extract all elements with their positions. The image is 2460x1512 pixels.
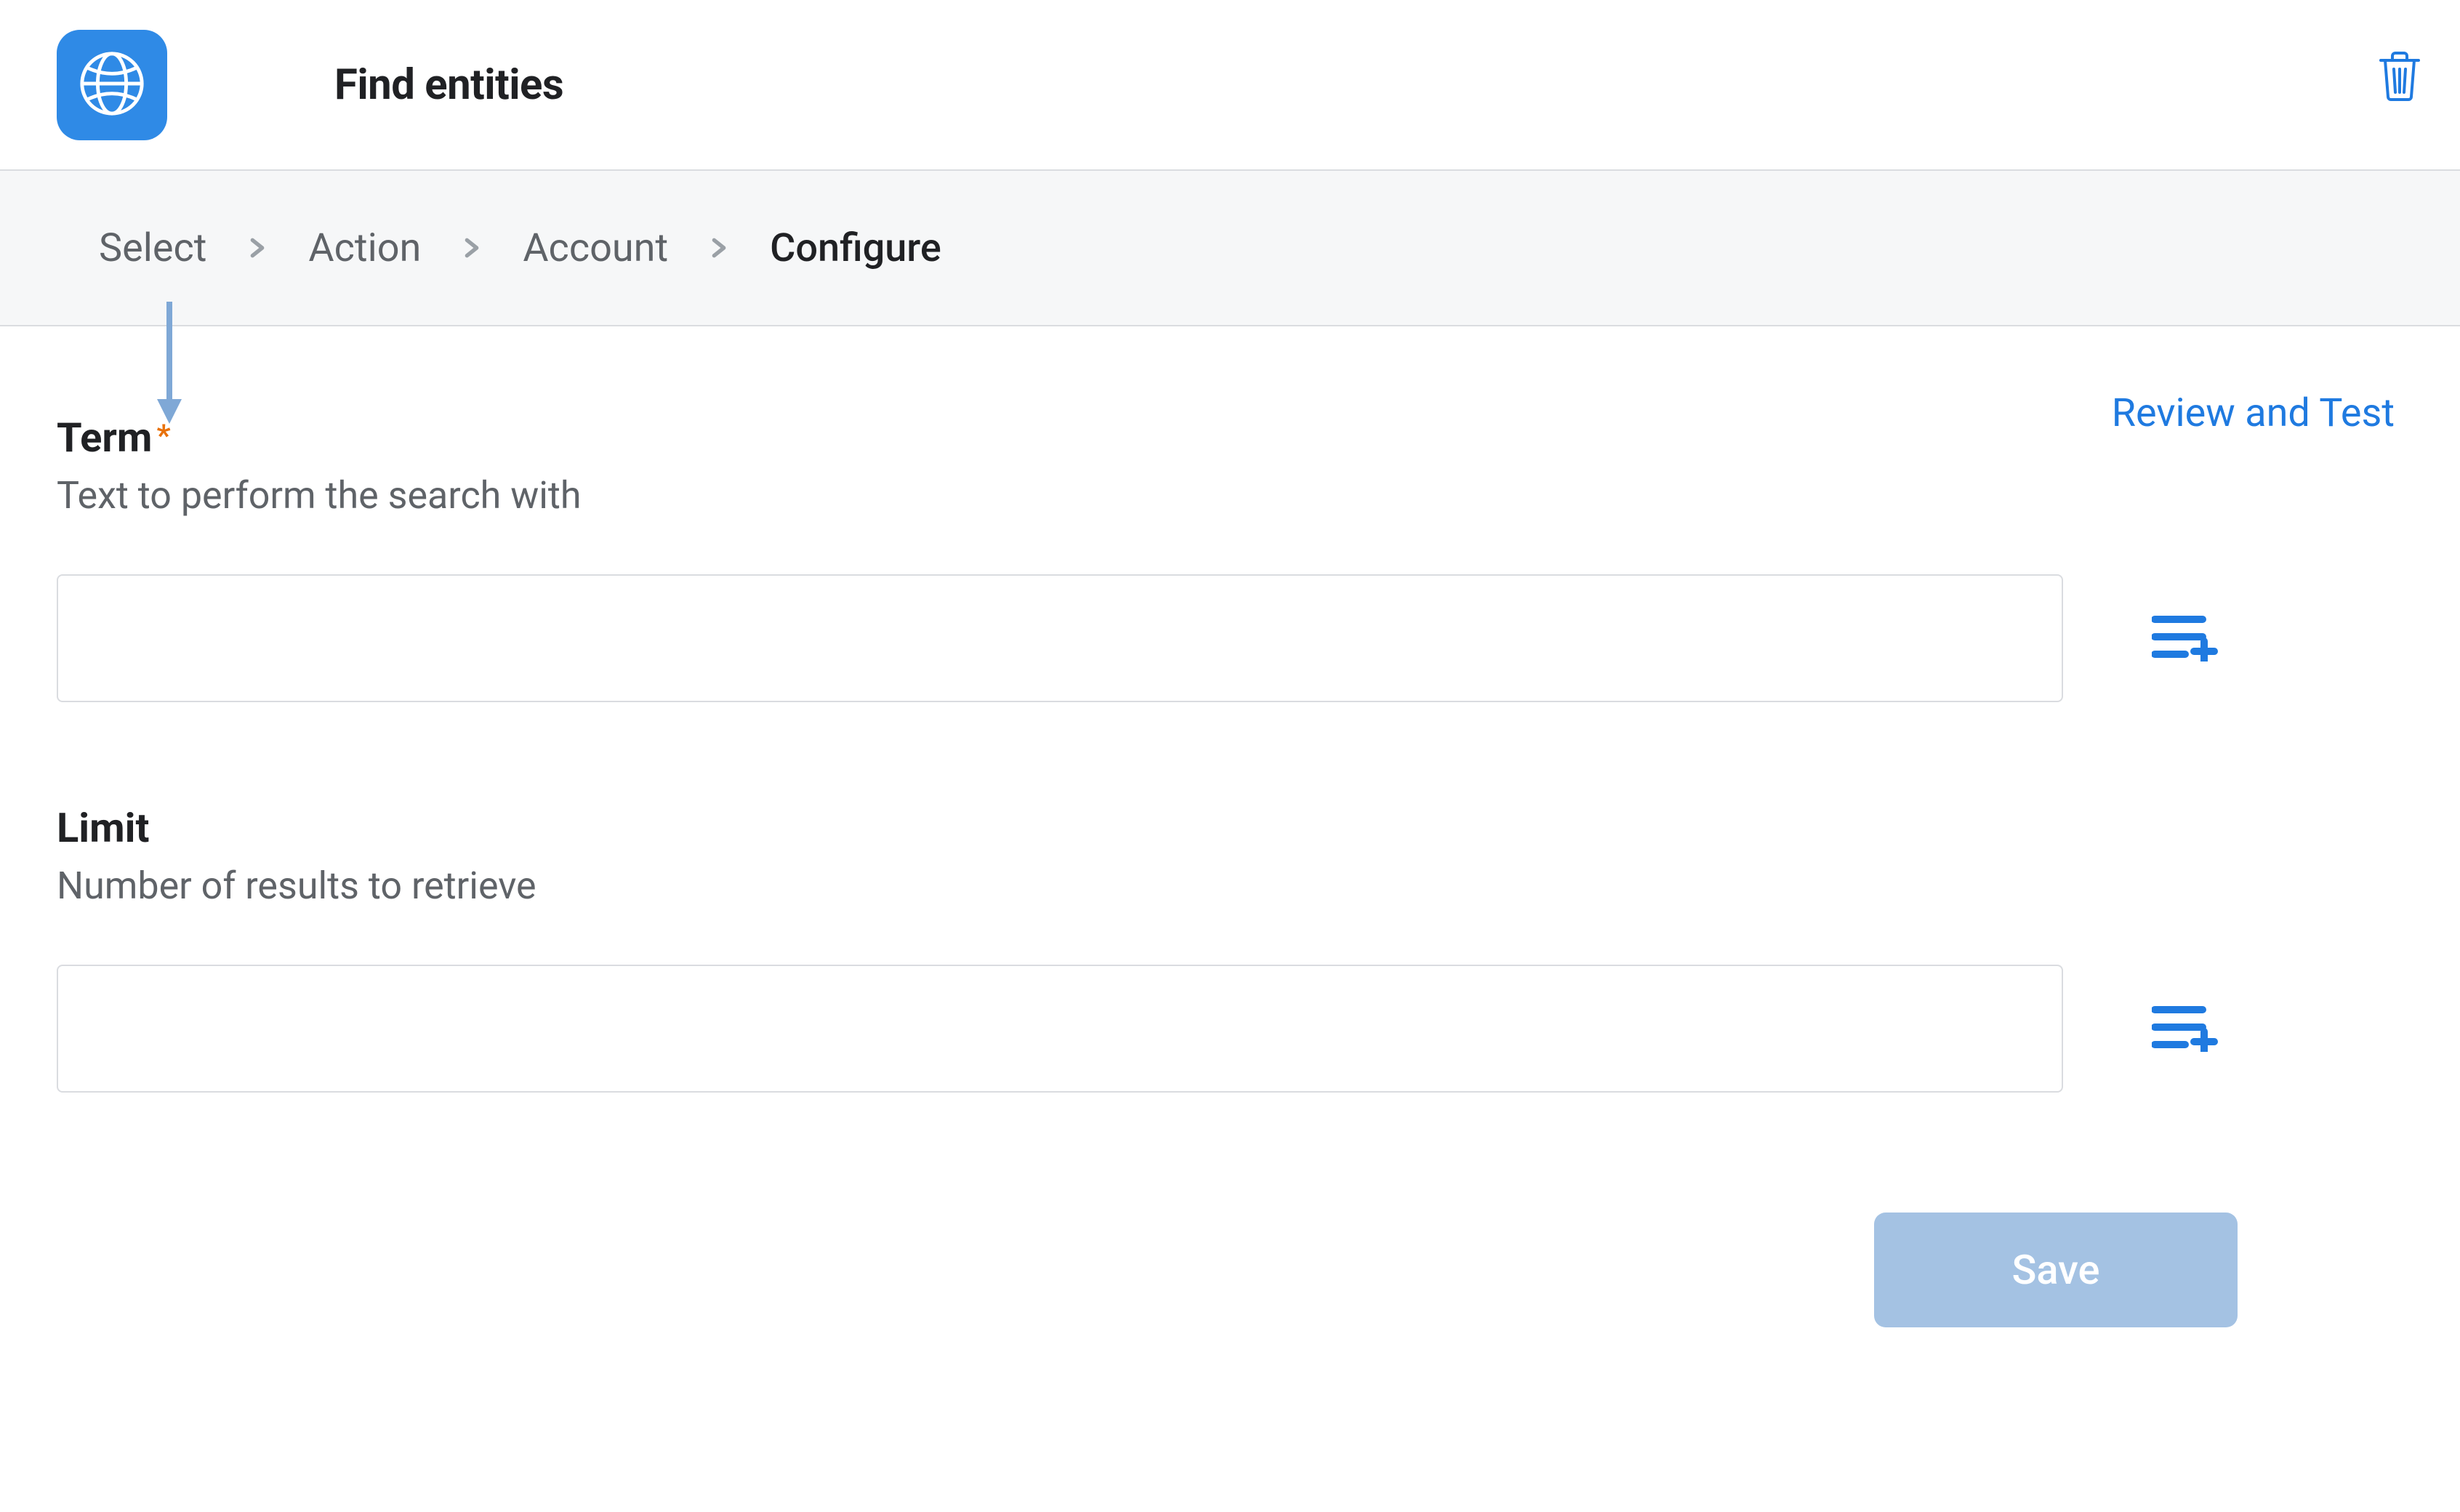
header: Find entities bbox=[0, 0, 2460, 171]
field-limit-label-row: Limit bbox=[57, 804, 2397, 852]
breadcrumb-action[interactable]: Action bbox=[308, 225, 421, 271]
save-button[interactable]: Save bbox=[1874, 1213, 2238, 1327]
field-term-help: Text to perform the search with bbox=[57, 473, 2397, 518]
limit-input[interactable] bbox=[57, 965, 2063, 1093]
field-term-label: Term bbox=[57, 414, 152, 462]
review-and-test-link[interactable]: Review and Test bbox=[2112, 390, 2395, 436]
required-indicator: * bbox=[156, 418, 170, 454]
field-limit: Limit Number of results to retrieve bbox=[57, 804, 2397, 1093]
breadcrumb-account[interactable]: Account bbox=[523, 225, 668, 271]
page-title: Find entities bbox=[334, 60, 563, 110]
configure-form: Review and Test Term * Text to perform t… bbox=[0, 326, 2460, 1093]
insert-data-button[interactable] bbox=[2150, 603, 2220, 673]
field-term: Term * Text to perform the search with bbox=[57, 414, 2397, 702]
breadcrumb: Select Action Account Configure bbox=[0, 171, 2460, 326]
app-icon bbox=[57, 30, 167, 140]
insert-data-button[interactable] bbox=[2150, 994, 2220, 1063]
list-add-icon bbox=[2152, 1002, 2219, 1055]
term-input[interactable] bbox=[57, 574, 2063, 702]
field-limit-help: Number of results to retrieve bbox=[57, 864, 2397, 908]
breadcrumb-select[interactable]: Select bbox=[99, 225, 206, 271]
field-limit-label: Limit bbox=[57, 804, 149, 852]
chevron-right-icon bbox=[460, 236, 483, 260]
trash-icon bbox=[2378, 50, 2421, 105]
field-term-input-row bbox=[57, 574, 2397, 702]
globe-icon bbox=[76, 48, 148, 122]
chevron-right-icon bbox=[246, 236, 269, 260]
chevron-right-icon bbox=[707, 236, 731, 260]
delete-button[interactable] bbox=[2370, 48, 2429, 108]
field-term-label-row: Term * bbox=[57, 414, 2397, 462]
list-add-icon bbox=[2152, 612, 2219, 664]
breadcrumb-configure: Configure bbox=[770, 225, 941, 271]
field-limit-input-row bbox=[57, 965, 2397, 1093]
